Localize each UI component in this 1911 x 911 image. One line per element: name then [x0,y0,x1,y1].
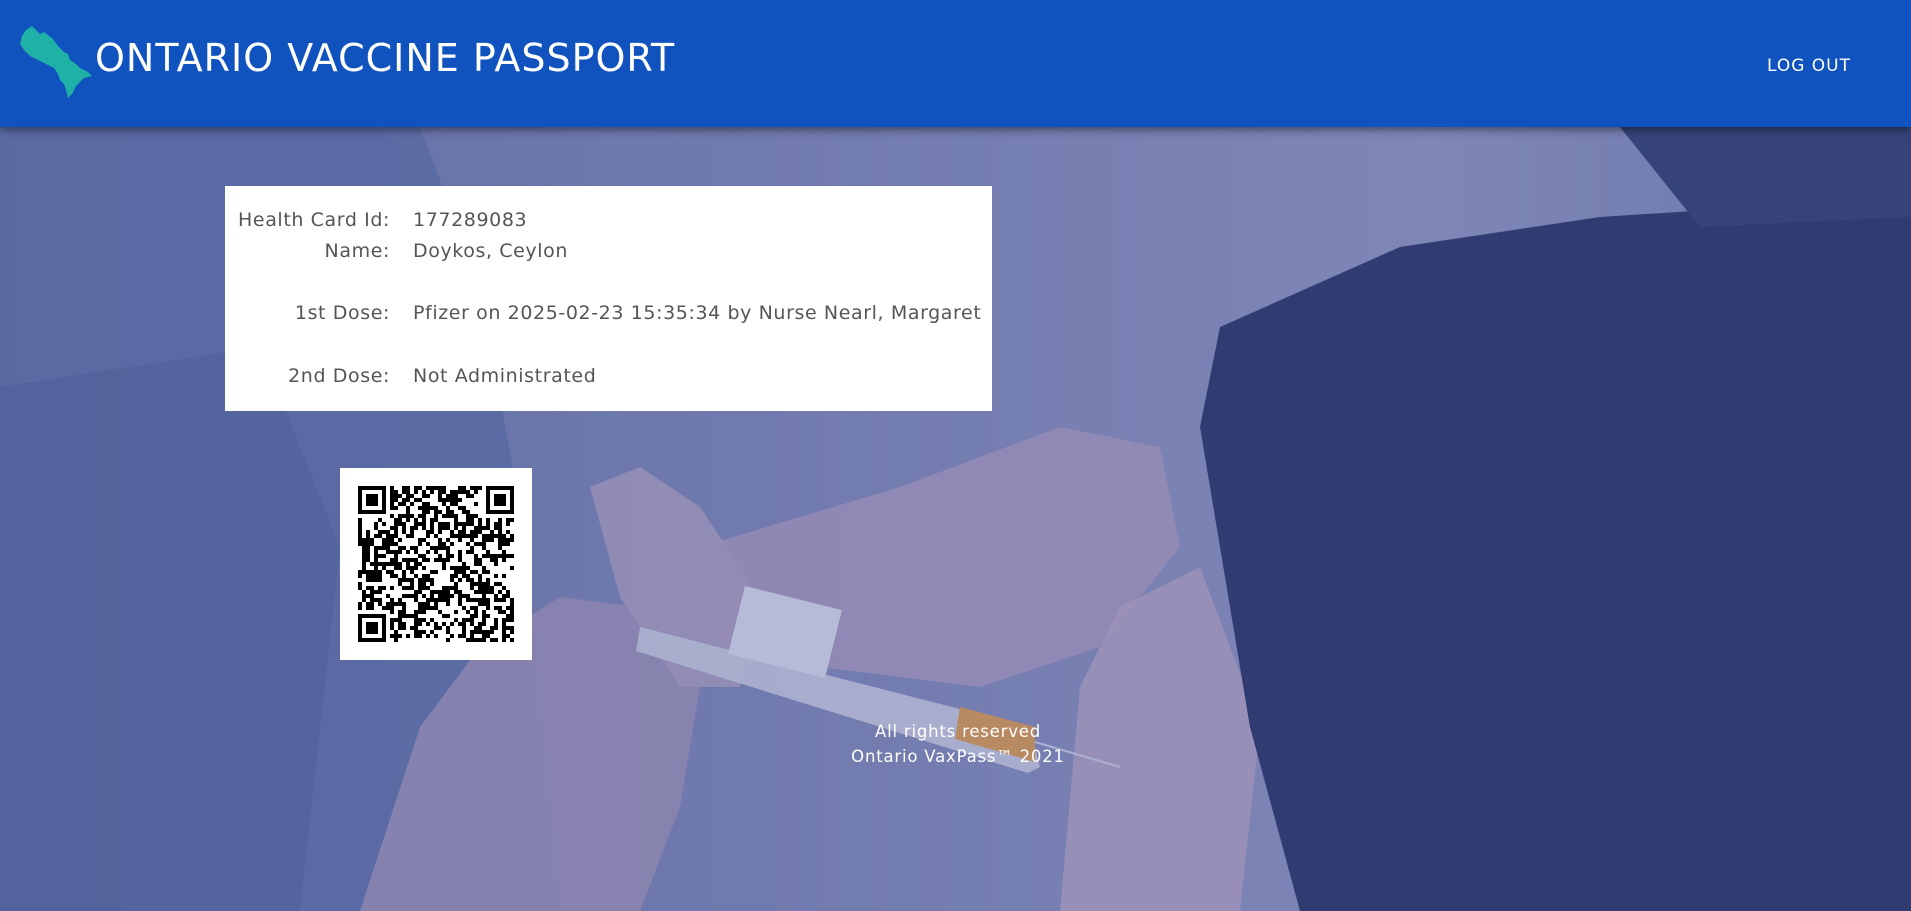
top-navbar: ONTARIO VACCINE PASSPORT LOG OUT [0,0,1911,127]
second-dose-label: 2nd Dose: [288,365,390,387]
qr-code-icon [358,486,514,642]
footer: All rights reserved Ontario VaxPass™ 202… [808,719,1108,769]
health-card-label: Health Card Id: [238,209,390,231]
ontario-map-icon [20,26,92,98]
vaccine-record-card: Health Card Id: 177289083 Name: Doykos, … [225,186,992,411]
app-title: ONTARIO VACCINE PASSPORT [95,36,676,80]
second-dose-value: Not Administrated [413,365,597,387]
health-card-value: 177289083 [413,209,528,231]
footer-rights: All rights reserved [874,722,1041,741]
first-dose-value: Pfizer on 2025-02-23 15:35:34 by Nurse N… [413,302,982,324]
footer-copyright: Ontario VaxPass™ 2021 [851,747,1065,766]
logout-button[interactable]: LOG OUT [1767,56,1851,76]
name-value: Doykos, Ceylon [413,240,568,262]
qr-code-card [340,468,532,660]
first-dose-label: 1st Dose: [294,302,390,324]
name-label: Name: [324,240,390,262]
